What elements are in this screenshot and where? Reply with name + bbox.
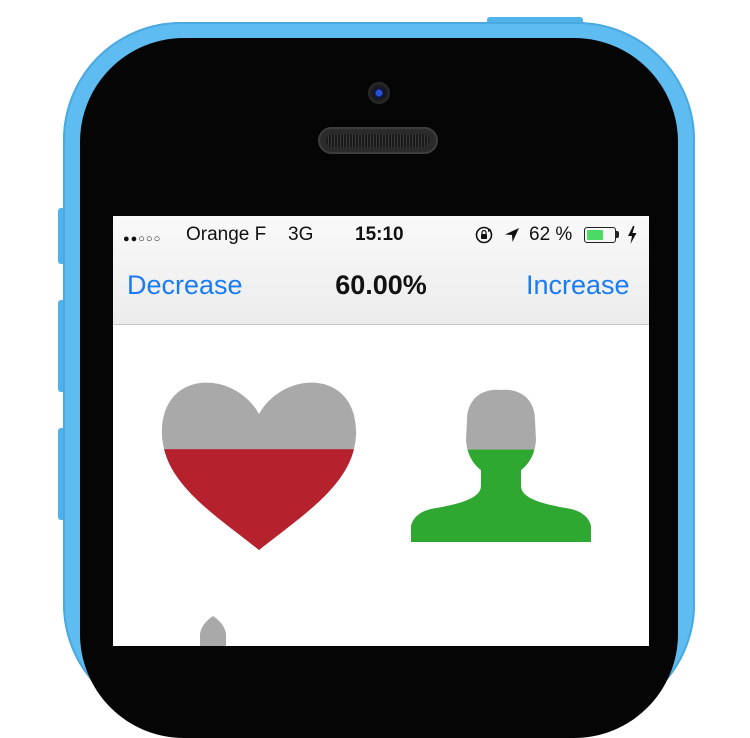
battery-tip	[616, 231, 619, 238]
signal-strength-dots: ●●○○○	[123, 233, 162, 245]
heart-icon	[161, 382, 357, 550]
screen: ●●○○○ Orange F 3G 15:10 62 % Decrease 60…	[113, 216, 649, 646]
heart-filled-region	[161, 449, 357, 550]
battery-icon	[584, 227, 616, 243]
battery-fill	[587, 230, 603, 240]
network-type: 3G	[288, 224, 314, 245]
front-camera	[368, 82, 390, 104]
decrease-button[interactable]: Decrease	[127, 270, 243, 301]
carrier-name: Orange F	[186, 224, 267, 245]
rotation-lock-icon	[475, 226, 493, 244]
speaker-grill	[326, 134, 430, 147]
increase-button[interactable]: Increase	[526, 270, 630, 301]
person-filled-region	[411, 449, 591, 542]
partial-shape-icon	[200, 616, 226, 646]
battery-percentage: 62 %	[529, 224, 573, 245]
person-icon	[411, 389, 591, 542]
location-arrow-icon	[505, 228, 519, 242]
charging-bolt-icon	[628, 226, 637, 244]
percentage-title: 60.00%	[335, 270, 427, 300]
status-time: 15:10	[355, 224, 404, 245]
